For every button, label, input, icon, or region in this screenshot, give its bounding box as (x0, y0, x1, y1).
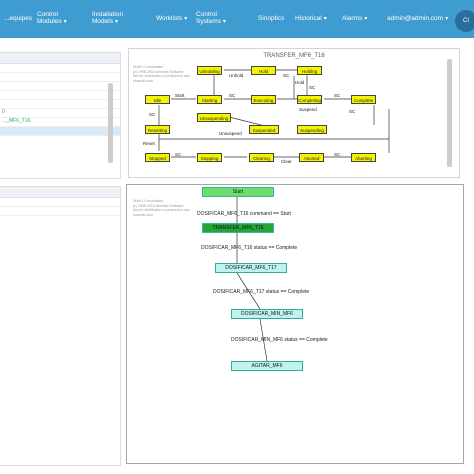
state-suspending[interactable]: Suspending (297, 125, 327, 134)
state-stopping[interactable]: Stopping (197, 153, 222, 162)
nav-item-alarms[interactable]: Alarms ▾ (342, 15, 367, 23)
state-stopped[interactable]: Stopped (145, 153, 170, 162)
user-button[interactable]: CI (455, 10, 474, 32)
state-starting[interactable]: Starting (197, 95, 222, 104)
left-detail-panel (0, 186, 121, 466)
sequence-flow-panel: Draft 1.0 evaluation (c) 1998-2016 Aeroi… (126, 184, 464, 464)
edge-label: SC (283, 73, 290, 78)
nav-item-control-modules[interactable]: Control Modules ▾ (37, 11, 67, 26)
list-item[interactable] (0, 198, 120, 207)
chevron-down-icon: ▾ (114, 19, 118, 25)
list-item[interactable] (0, 207, 120, 216)
edge-label: SC (149, 112, 156, 117)
state-resetting[interactable]: Resetting (145, 125, 170, 134)
scrollbar[interactable] (447, 59, 452, 167)
list-item[interactable]: ..._MF6_T16 (0, 118, 120, 127)
panel-header (0, 53, 120, 64)
state-clearing[interactable]: Clearing (249, 153, 274, 162)
nav-label: admin@admin.com (387, 15, 444, 22)
nav-label: Worklists (156, 15, 183, 22)
state-idle[interactable]: Idle (145, 95, 170, 104)
nav-label: Installation Models (92, 11, 124, 25)
flow-node-dosificar-t17[interactable]: DOSIFICAR_MF6_T17 (215, 263, 287, 273)
nav-item-installation-models[interactable]: Installation Models ▾ (92, 11, 123, 26)
state-hold[interactable]: Hold (251, 66, 276, 75)
chevron-down-icon: ▾ (63, 19, 67, 25)
state-aborted[interactable]: Aborted (299, 153, 324, 162)
state-suspended[interactable]: Suspended (249, 125, 279, 134)
flow-node-agitar[interactable]: AGITAR_MF6 (231, 361, 303, 371)
nav-item-sinoptics[interactable]: Sinoptics (258, 15, 284, 22)
list-item[interactable] (0, 100, 120, 109)
state-holding[interactable]: Holding (297, 66, 322, 75)
edge-label: SC (334, 93, 341, 98)
top-nav-bar: ...equipes Control Modules ▾ Installation… (0, 0, 474, 38)
nav-label: Historical (295, 15, 322, 22)
edge-label: Unhold (229, 73, 244, 78)
scrollbar[interactable] (108, 83, 113, 163)
nav-label: Sinoptics (258, 15, 285, 22)
flow-condition: DOSIFICAR_MF6_T17 status == Complete (213, 289, 310, 295)
state-completing[interactable]: Completing (297, 95, 322, 104)
edge-label: SC (175, 152, 182, 157)
list-item-selected[interactable] (0, 127, 120, 136)
chevron-down-icon: ▾ (364, 16, 368, 22)
list-item[interactable]: 0 (0, 109, 120, 118)
state-unsuspending[interactable]: Unsuspending (197, 113, 231, 122)
list-item[interactable] (0, 73, 120, 82)
edge-label: Hold (295, 80, 305, 85)
chevron-down-icon: ▾ (184, 16, 188, 22)
edge-label: SC (309, 85, 316, 90)
list-item[interactable] (0, 64, 120, 73)
nav-item-equipes[interactable]: ...equipes (4, 15, 32, 22)
state-unholding[interactable]: Unholding (197, 66, 222, 75)
nav-item-control-systems[interactable]: Control Systems ▾ (196, 11, 226, 26)
state-machine-panel: TRANSFER_MF6_T16 Draft 1.0 evaluation (c… (128, 48, 460, 178)
nav-label: ...equipes (4, 15, 33, 22)
nav-item-user[interactable]: admin@admin.com ▾ (387, 15, 448, 23)
edge-label: SC (229, 93, 236, 98)
list-item[interactable] (0, 91, 120, 100)
flow-condition: DOSIFICAR_MF6_T16 status == Complete (201, 245, 298, 251)
flow-node-dosificar-min[interactable]: DOSIFICAR_MIN_MF6 (231, 309, 303, 319)
edge-label: Unsuspend (219, 131, 242, 136)
chevron-down-icon: ▾ (445, 16, 449, 22)
nav-label: Control Systems (196, 11, 221, 25)
state-aborting[interactable]: Aborting (351, 153, 376, 162)
panel-header (0, 187, 120, 198)
state-executing[interactable]: Executing (251, 95, 276, 104)
nav-item-worklists[interactable]: Worklists ▾ (156, 15, 187, 23)
edge-label: SC (334, 152, 341, 157)
edge-label: Reset (143, 141, 155, 146)
flow-node-start[interactable]: Start (202, 187, 274, 197)
list-item[interactable] (0, 82, 120, 91)
chevron-down-icon: ▾ (222, 19, 226, 25)
edge-label: Suspend (299, 107, 317, 112)
flow-condition: DOSIFICAR_MF6_T16 command == Start (197, 211, 291, 217)
flow-edges (236, 197, 268, 362)
edge-label: SC (349, 109, 356, 114)
nav-label: Control Modules (37, 11, 62, 25)
chevron-down-icon: ▾ (323, 16, 327, 22)
nav-item-historical[interactable]: Historical ▾ (295, 15, 327, 23)
edge-label: Clear (281, 159, 292, 164)
flow-node-transfer[interactable]: TRANSFER_MF6_T16 (202, 223, 274, 233)
state-edges (158, 69, 390, 158)
flow-condition: DOSIFICAR_MIN_MF6 status == Complete (231, 337, 328, 343)
nav-label: Alarms (342, 15, 363, 22)
list-rows: 0 ..._MF6_T16 (0, 64, 120, 136)
left-list-panel: 0 ..._MF6_T16 (0, 52, 121, 179)
edge-label: Start (175, 93, 185, 98)
state-complete[interactable]: Complete (351, 95, 376, 104)
